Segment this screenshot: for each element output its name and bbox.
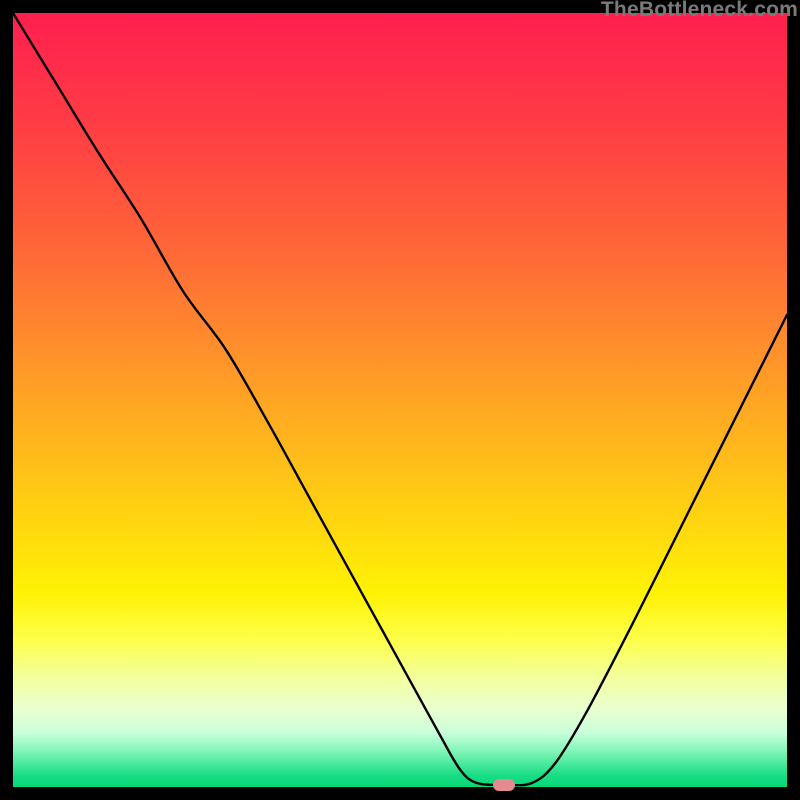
chart-frame: TheBottleneck.com: [0, 0, 800, 800]
bottleneck-curve: [13, 13, 787, 787]
curve-path: [13, 13, 787, 785]
watermark-text: TheBottleneck.com: [601, 0, 798, 22]
optimal-marker: [493, 779, 515, 791]
chart-plot-area: [13, 13, 787, 787]
